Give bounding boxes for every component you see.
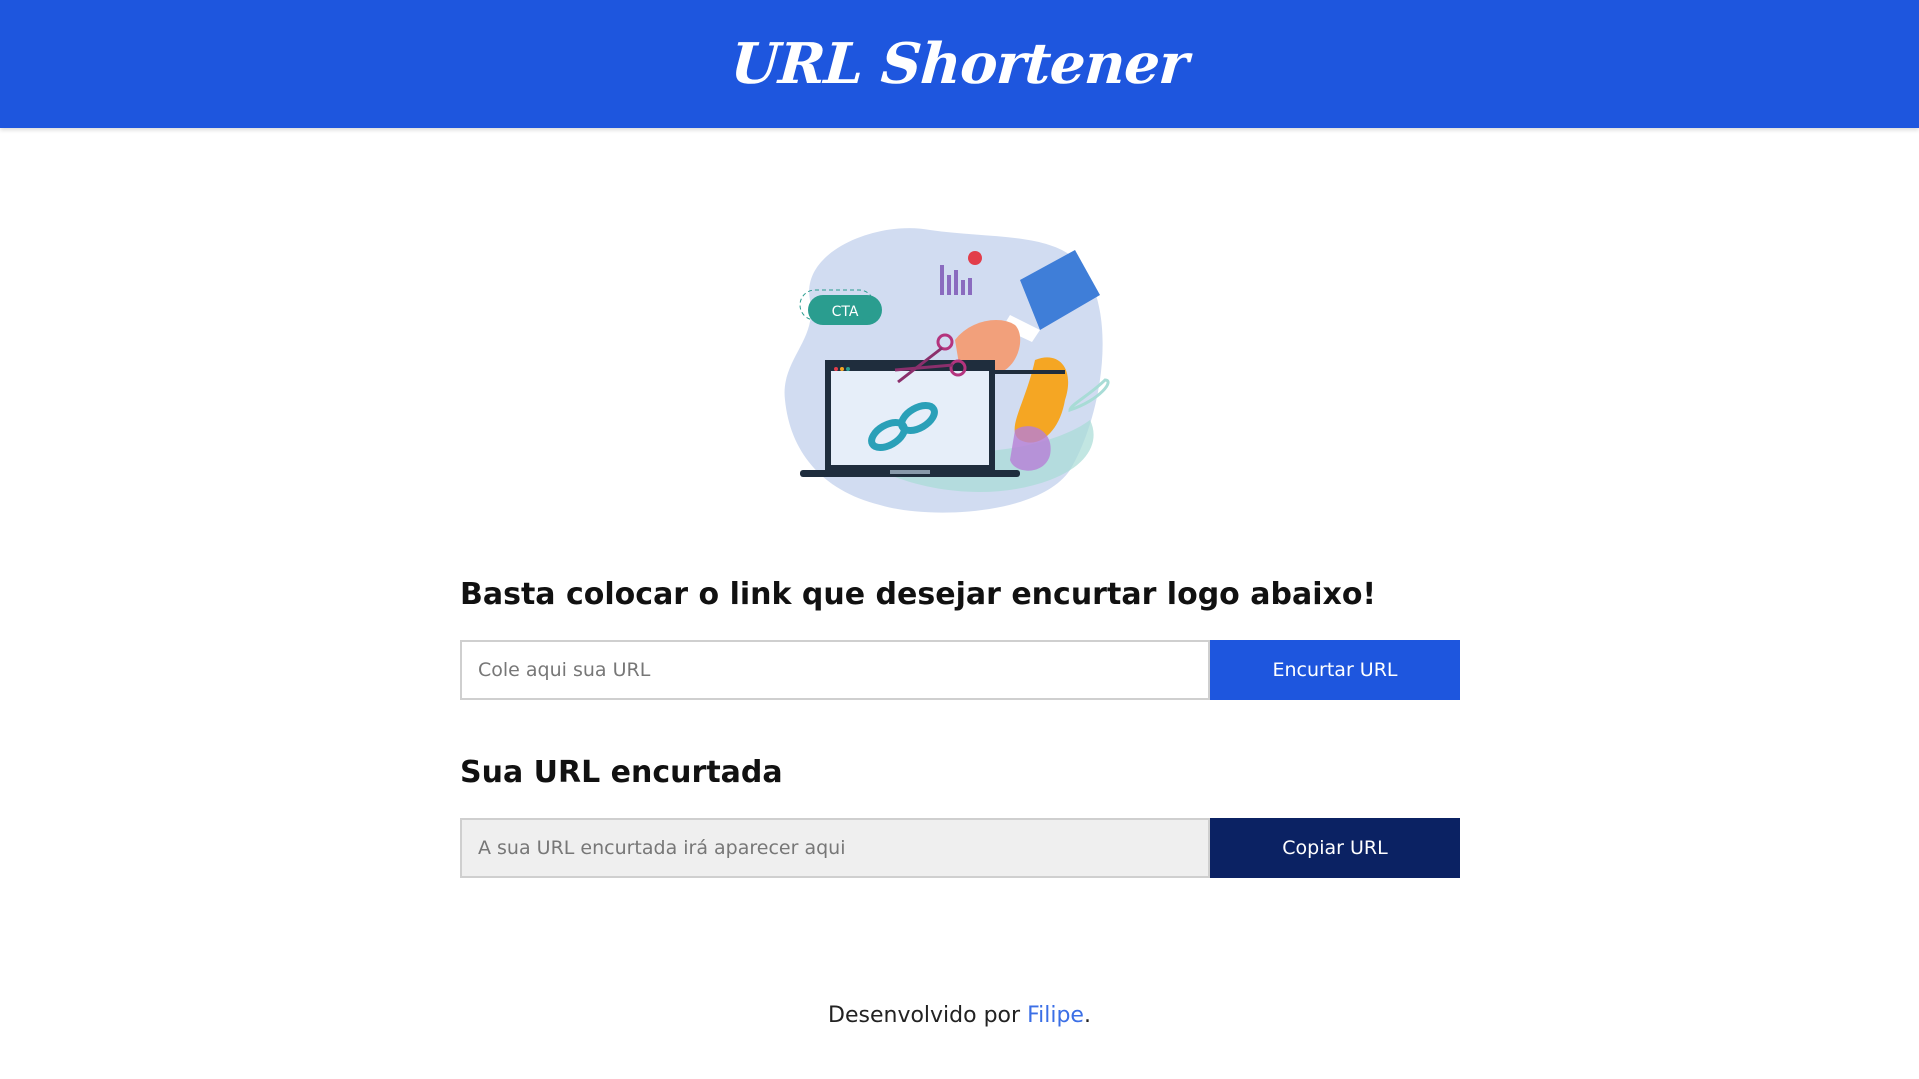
cut-link-illustration: CTA xyxy=(770,220,1130,520)
app-logo: URL Shortener xyxy=(728,31,1191,97)
result-title: Sua URL encurtada xyxy=(460,755,783,790)
app-header: URL Shortener xyxy=(0,0,1919,128)
main-content: Basta colocar o link que desejar encurta… xyxy=(460,570,1460,878)
illustration-svg: CTA xyxy=(784,228,1110,513)
url-input[interactable] xyxy=(460,640,1210,700)
result-section: Sua URL encurtada Copiar URL xyxy=(460,748,1460,878)
footer-suffix: . xyxy=(1083,1003,1091,1028)
shorten-url-button[interactable]: Encurtar URL xyxy=(1210,640,1460,700)
footer-prefix: Desenvolvido por xyxy=(828,1003,1028,1028)
cta-badge-text: CTA xyxy=(832,304,859,320)
shorten-title: Basta colocar o link que desejar encurta… xyxy=(460,577,1377,612)
result-form: Copiar URL xyxy=(460,818,1460,878)
copy-url-button[interactable]: Copiar URL xyxy=(1210,818,1460,878)
footer: Desenvolvido por Filipe. xyxy=(0,1003,1919,1028)
author-link[interactable]: Filipe xyxy=(1027,1003,1084,1028)
shortened-url-output[interactable] xyxy=(460,818,1210,878)
shorten-section: Basta colocar o link que desejar encurta… xyxy=(460,570,1460,700)
shorten-form: Encurtar URL xyxy=(460,640,1460,700)
